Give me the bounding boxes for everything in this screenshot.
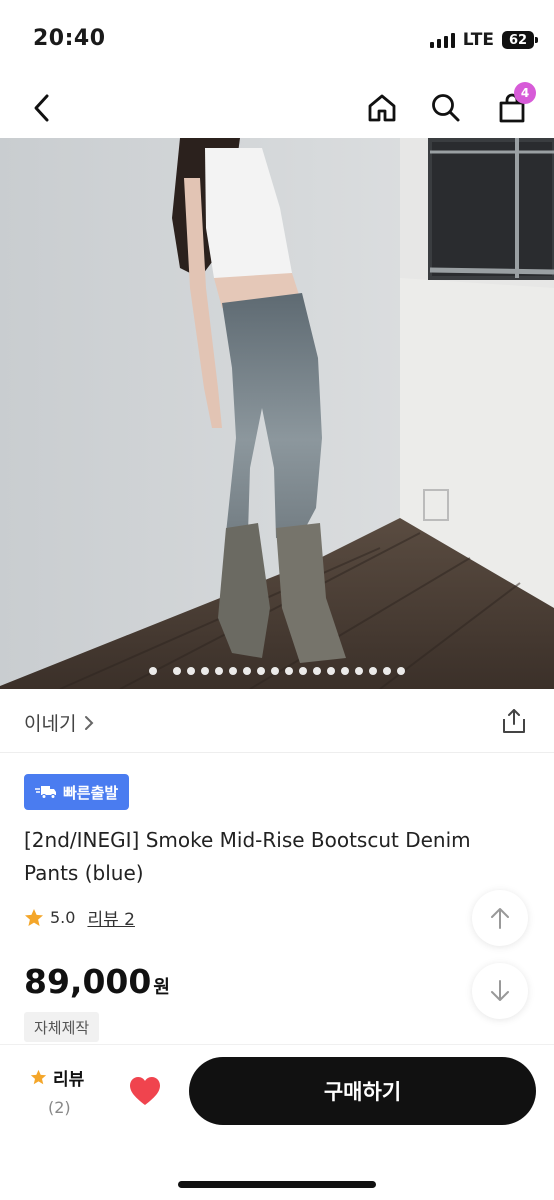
fast-shipping-badge: 빠른출발 <box>24 774 130 810</box>
network-label: LTE <box>462 30 494 50</box>
carousel-dot <box>355 667 363 675</box>
product-title: [2nd/INEGI] Smoke Mid-Rise Bootscut Deni… <box>24 828 471 885</box>
seller-row: 이네기 <box>0 689 554 753</box>
chevron-left-icon <box>34 94 49 122</box>
carousel-dot <box>383 667 391 675</box>
fast-shipping-label: 빠른출발 <box>63 783 119 802</box>
product-tag: 자체제작 <box>24 1012 100 1042</box>
seller-link[interactable]: 이네기 <box>24 709 94 736</box>
share-icon <box>503 709 525 733</box>
carousel-dot <box>173 667 181 675</box>
carousel-dot <box>313 667 321 675</box>
share-button[interactable] <box>500 707 528 735</box>
arrow-up-icon <box>491 908 509 929</box>
chevron-right-icon <box>85 715 94 730</box>
carousel-dot <box>243 667 251 675</box>
top-nav-bar: 4 <box>0 80 554 138</box>
home-indicator <box>178 1181 376 1188</box>
carousel-dot <box>187 667 195 675</box>
carousel-dot <box>271 667 279 675</box>
price-currency: 원 <box>153 977 170 998</box>
arrow-down-icon <box>491 980 509 1001</box>
seller-name: 이네기 <box>24 713 77 735</box>
search-button[interactable] <box>426 88 466 128</box>
price: 89,000 원 <box>24 962 170 1001</box>
carousel-indicators <box>0 667 554 675</box>
rating-row: 5.0 리뷰 2 <box>24 905 135 930</box>
carousel-dot <box>327 667 335 675</box>
carousel-dot <box>229 667 237 675</box>
status-indicators: LTE 62 <box>429 30 538 50</box>
review-summary-label: 리뷰 <box>30 1065 90 1090</box>
review-link[interactable]: 리뷰 2 <box>87 905 135 930</box>
bottom-action-bar: 리뷰 (2) 구매하기 <box>0 1044 554 1200</box>
carousel-dot <box>149 667 157 675</box>
status-bar: 20:40 LTE 62 <box>0 0 554 80</box>
review-count: (2) <box>48 1098 71 1117</box>
battery-level: 62 <box>508 32 528 48</box>
buy-button[interactable]: 구매하기 <box>189 1057 536 1125</box>
scroll-down-button[interactable] <box>472 963 528 1019</box>
back-button[interactable] <box>22 88 62 128</box>
battery-icon: 62 <box>502 31 538 49</box>
star-icon <box>30 1069 47 1085</box>
cart-button[interactable]: 4 <box>492 82 536 128</box>
carousel-dot <box>257 667 265 675</box>
carousel-dot <box>285 667 293 675</box>
like-button[interactable] <box>128 1075 162 1107</box>
search-icon <box>432 94 460 122</box>
carousel-dot <box>369 667 377 675</box>
carousel-dot <box>215 667 223 675</box>
review-summary-button[interactable]: 리뷰 (2) <box>30 1065 90 1117</box>
review-label: 리뷰 <box>53 1070 85 1090</box>
cart-count-badge: 4 <box>514 82 536 104</box>
product-photo <box>0 138 554 689</box>
carousel-dot <box>201 667 209 675</box>
star-icon <box>25 908 43 926</box>
carousel-dot <box>341 667 349 675</box>
heart-icon <box>130 1077 160 1105</box>
status-time: 20:40 <box>33 26 106 51</box>
carousel-dot <box>397 667 405 675</box>
home-icon <box>368 94 396 122</box>
rating-value: 5.0 <box>50 908 76 927</box>
home-button[interactable] <box>362 88 402 128</box>
carousel-dot <box>299 667 307 675</box>
fast-truck-icon <box>35 786 56 799</box>
product-image-carousel[interactable] <box>0 138 554 689</box>
signal-icon <box>429 32 455 48</box>
scroll-up-button[interactable] <box>472 890 528 946</box>
price-value: 89,000 <box>24 962 152 1001</box>
